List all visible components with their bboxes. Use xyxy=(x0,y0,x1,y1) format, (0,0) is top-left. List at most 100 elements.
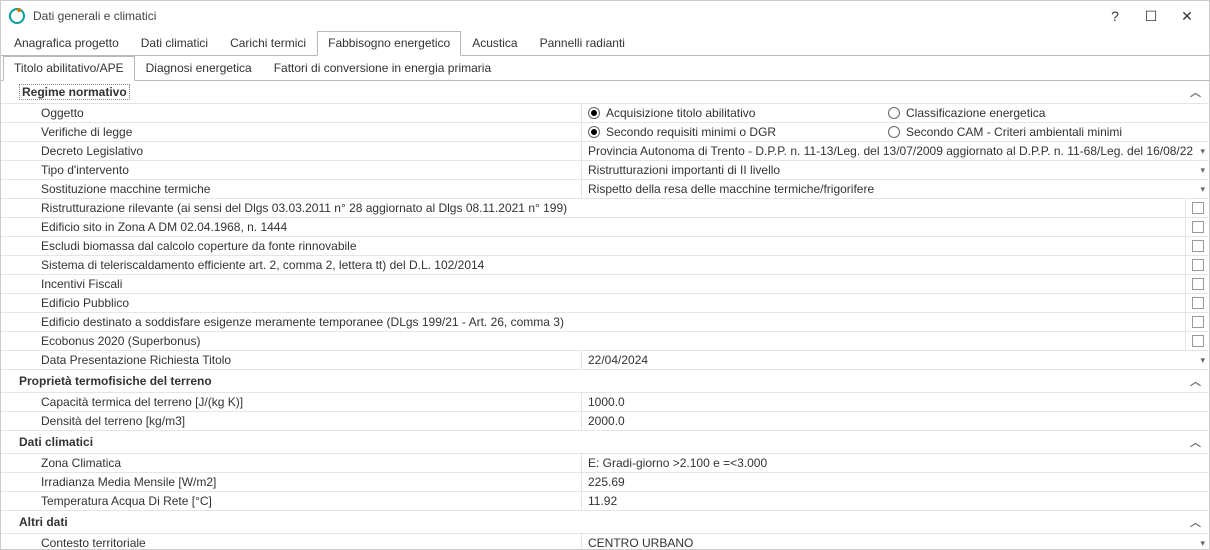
row-tipo: Tipo d'intervento Ristrutturazioni impor… xyxy=(1,161,1209,180)
tipo-text: Ristrutturazioni importanti di II livell… xyxy=(588,163,780,177)
sub-tabs: Titolo abilitativo/APE Diagnosi energeti… xyxy=(1,56,1209,81)
value-contesto[interactable]: CENTRO URBANO ▾ xyxy=(581,534,1209,549)
radio-classificazione-label: Classificazione energetica xyxy=(906,106,1045,120)
check-cell xyxy=(1185,332,1209,350)
radio-cam[interactable] xyxy=(888,126,900,138)
label-sostituzione: Sostituzione macchine termiche xyxy=(1,180,581,198)
radio-cam-label: Secondo CAM - Criteri ambientali minimi xyxy=(906,125,1122,139)
row-check: Edificio destinato a soddisfare esigenze… xyxy=(1,313,1209,332)
dropdown-icon[interactable]: ▾ xyxy=(1200,538,1205,549)
value-verifiche: Secondo requisiti minimi o DGR Secondo C… xyxy=(581,123,1209,141)
section-climatici: Dati climatici ︿ xyxy=(1,431,1209,454)
radio-classificazione[interactable] xyxy=(888,107,900,119)
label-data-pres: Data Presentazione Richiesta Titolo xyxy=(1,351,581,369)
row-zona: Zona Climatica E: Gradi-giorno >2.100 e … xyxy=(1,454,1209,473)
close-button[interactable]: ✕ xyxy=(1179,8,1195,24)
section-altri: Altri dati ︿ xyxy=(1,511,1209,534)
section-terreno-title: Proprietà termofisiche del terreno xyxy=(19,374,212,388)
window-title: Dati generali e climatici xyxy=(33,9,1107,23)
value-data-pres[interactable]: 22/04/2024 ▾ xyxy=(581,351,1209,369)
check-label: Escludi biomassa dal calcolo coperture d… xyxy=(1,237,1185,255)
row-data-presentazione: Data Presentazione Richiesta Titolo 22/0… xyxy=(1,351,1209,370)
tab-carichi-termici[interactable]: Carichi termici xyxy=(219,31,317,56)
value-sostituzione[interactable]: Rispetto della resa delle macchine termi… xyxy=(581,180,1209,198)
radio-requisiti[interactable] xyxy=(588,126,600,138)
dropdown-icon[interactable]: ▾ xyxy=(1200,355,1205,366)
subtab-titolo[interactable]: Titolo abilitativo/APE xyxy=(3,56,135,81)
value-densita[interactable]: 2000.0 xyxy=(581,412,1209,430)
tab-pannelli[interactable]: Pannelli radianti xyxy=(529,31,636,56)
titlebar: Dati generali e climatici ? ☐ ✕ xyxy=(1,1,1209,31)
label-irrad: Irradianza Media Mensile [W/m2] xyxy=(1,473,581,491)
check-label: Sistema di teleriscaldamento efficiente … xyxy=(1,256,1185,274)
check-cell xyxy=(1185,237,1209,255)
value-irrad[interactable]: 225.69 xyxy=(581,473,1209,491)
label-zona: Zona Climatica xyxy=(1,454,581,472)
label-decreto: Decreto Legislativo xyxy=(1,142,581,160)
check-label: Ristrutturazione rilevante (ai sensi del… xyxy=(1,199,1185,217)
check-label: Incentivi Fiscali xyxy=(1,275,1185,293)
check-cell xyxy=(1185,294,1209,312)
section-regime-title: Regime normativo xyxy=(19,84,130,100)
tab-anagrafica[interactable]: Anagrafica progetto xyxy=(3,31,130,56)
checkbox[interactable] xyxy=(1192,259,1204,271)
check-label: Edificio Pubblico xyxy=(1,294,1185,312)
check-cell xyxy=(1185,218,1209,236)
collapse-icon[interactable]: ︿ xyxy=(1190,373,1201,389)
tab-acustica[interactable]: Acustica xyxy=(461,31,528,56)
dropdown-icon[interactable]: ▾ xyxy=(1200,146,1205,157)
collapse-icon[interactable]: ︿ xyxy=(1190,84,1201,100)
value-zona[interactable]: E: Gradi-giorno >2.100 e =<3.000 xyxy=(581,454,1209,472)
label-densita: Densità del terreno [kg/m3] xyxy=(1,412,581,430)
tab-dati-climatici[interactable]: Dati climatici xyxy=(130,31,219,56)
checkbox[interactable] xyxy=(1192,316,1204,328)
subtab-diagnosi[interactable]: Diagnosi energetica xyxy=(135,56,263,81)
checkbox[interactable] xyxy=(1192,335,1204,347)
row-decreto: Decreto Legislativo Provincia Autonoma d… xyxy=(1,142,1209,161)
row-sostituzione: Sostituzione macchine termiche Rispetto … xyxy=(1,180,1209,199)
section-regime: Regime normativo ︿ xyxy=(1,81,1209,104)
checkbox[interactable] xyxy=(1192,240,1204,252)
check-cell xyxy=(1185,256,1209,274)
subtab-fattori[interactable]: Fattori di conversione in energia primar… xyxy=(263,56,502,81)
checkbox[interactable] xyxy=(1192,221,1204,233)
row-check: Ecobonus 2020 (Superbonus) xyxy=(1,332,1209,351)
check-label: Edificio destinato a soddisfare esigenze… xyxy=(1,313,1185,331)
value-temp[interactable]: 11.92 xyxy=(581,492,1209,510)
checkbox[interactable] xyxy=(1192,202,1204,214)
collapse-icon[interactable]: ︿ xyxy=(1190,514,1201,530)
section-altri-title: Altri dati xyxy=(19,515,68,529)
check-label: Edificio sito in Zona A DM 02.04.1968, n… xyxy=(1,218,1185,236)
row-capacita: Capacità termica del terreno [J/(kg K)] … xyxy=(1,393,1209,412)
checkbox[interactable] xyxy=(1192,297,1204,309)
check-cell xyxy=(1185,199,1209,217)
row-check: Ristrutturazione rilevante (ai sensi del… xyxy=(1,199,1209,218)
tab-fabbisogno[interactable]: Fabbisogno energetico xyxy=(317,31,461,56)
row-check: Edificio Pubblico xyxy=(1,294,1209,313)
row-check: Incentivi Fiscali xyxy=(1,275,1209,294)
main-tabs: Anagrafica progetto Dati climatici Caric… xyxy=(1,31,1209,56)
section-climatici-title: Dati climatici xyxy=(19,435,93,449)
checkbox[interactable] xyxy=(1192,278,1204,290)
maximize-button[interactable]: ☐ xyxy=(1143,8,1159,24)
label-contesto: Contesto territoriale xyxy=(1,534,581,549)
value-capacita[interactable]: 1000.0 xyxy=(581,393,1209,411)
data-pres-text: 22/04/2024 xyxy=(588,353,648,367)
check-label: Ecobonus 2020 (Superbonus) xyxy=(1,332,1185,350)
row-oggetto: Oggetto Acquisizione titolo abilitativo … xyxy=(1,104,1209,123)
value-decreto[interactable]: Provincia Autonoma di Trento - D.P.P. n.… xyxy=(581,142,1209,160)
sostituzione-text: Rispetto della resa delle macchine termi… xyxy=(588,182,874,196)
collapse-icon[interactable]: ︿ xyxy=(1190,434,1201,450)
help-button[interactable]: ? xyxy=(1107,8,1123,24)
row-densita: Densità del terreno [kg/m3] 2000.0 xyxy=(1,412,1209,431)
row-check: Escludi biomassa dal calcolo coperture d… xyxy=(1,237,1209,256)
check-cell xyxy=(1185,275,1209,293)
label-oggetto: Oggetto xyxy=(1,104,581,122)
row-check: Sistema di teleriscaldamento efficiente … xyxy=(1,256,1209,275)
row-contesto: Contesto territoriale CENTRO URBANO ▾ xyxy=(1,534,1209,549)
dropdown-icon[interactable]: ▾ xyxy=(1200,184,1205,195)
value-tipo[interactable]: Ristrutturazioni importanti di II livell… xyxy=(581,161,1209,179)
radio-acquisizione[interactable] xyxy=(588,107,600,119)
dropdown-icon[interactable]: ▾ xyxy=(1200,165,1205,176)
label-tipo: Tipo d'intervento xyxy=(1,161,581,179)
